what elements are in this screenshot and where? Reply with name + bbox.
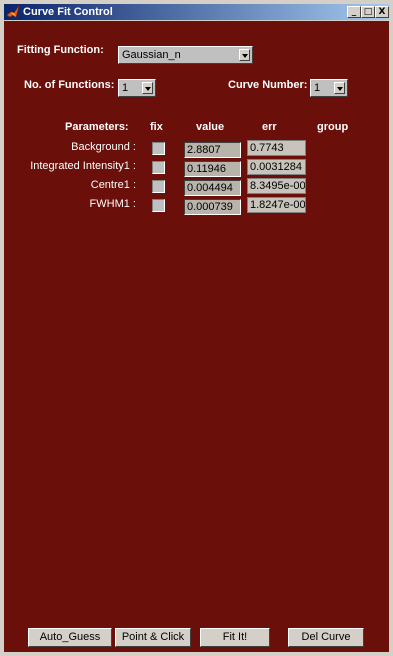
num-functions-select[interactable]: 1	[118, 79, 156, 97]
num-functions-label: No. of Functions:	[24, 79, 115, 91]
control-panel: Fitting Function: Gaussian_n No. of Func…	[4, 21, 389, 652]
group-header: group	[317, 121, 349, 133]
err-header: err	[262, 121, 277, 133]
param-label-centre: Centre1 :	[90, 179, 136, 191]
value-field-integrated-intensity[interactable]: 0.11946	[184, 161, 241, 177]
maximize-button[interactable]: □	[361, 6, 375, 18]
curve-number-label: Curve Number:	[228, 79, 308, 91]
del-curve-button[interactable]: Del Curve	[288, 628, 364, 647]
fix-checkbox-centre[interactable]	[152, 180, 165, 193]
fitting-function-select[interactable]: Gaussian_n	[118, 46, 253, 64]
fix-checkbox-fwhm[interactable]	[152, 199, 165, 212]
param-label-integrated-intensity: Integrated Intensity1 :	[30, 160, 136, 172]
matlab-logo-icon	[6, 5, 20, 18]
fitting-function-label: Fitting Function:	[17, 44, 104, 56]
chevron-down-icon[interactable]	[239, 49, 250, 61]
close-button[interactable]: X	[375, 6, 389, 18]
fix-checkbox-integrated-intensity[interactable]	[152, 161, 165, 174]
param-label-background: Background :	[71, 141, 136, 153]
err-field-fwhm: 1.8247e-00	[247, 197, 306, 213]
fix-header: fix	[150, 121, 163, 133]
title-bar[interactable]: Curve Fit Control _ □ X	[4, 4, 389, 20]
curve-number-select[interactable]: 1	[310, 79, 348, 97]
chevron-down-icon[interactable]	[334, 82, 345, 94]
auto-guess-button[interactable]: Auto_Guess	[28, 628, 112, 647]
value-header: value	[196, 121, 225, 133]
param-label-fwhm: FWHM1 :	[89, 198, 136, 210]
fix-checkbox-background[interactable]	[152, 142, 165, 155]
window-title: Curve Fit Control	[23, 6, 113, 18]
err-field-centre: 8.3495e-00	[247, 178, 306, 194]
value-field-background[interactable]: 2.8807	[184, 142, 241, 158]
value-field-fwhm[interactable]: 0.000739	[184, 199, 241, 215]
fit-button[interactable]: Fit It!	[200, 628, 270, 647]
point-click-button[interactable]: Point & Click	[115, 628, 191, 647]
fitting-function-value: Gaussian_n	[122, 49, 181, 61]
chevron-down-icon[interactable]	[142, 82, 153, 94]
value-field-centre[interactable]: 0.004494	[184, 180, 241, 196]
curve-fit-window: Curve Fit Control _ □ X Fitting Function…	[0, 0, 393, 656]
parameters-header: Parameters:	[65, 121, 129, 133]
curve-number-value: 1	[314, 82, 321, 94]
err-field-background: 0.7743	[247, 140, 306, 156]
err-field-integrated-intensity: 0.0031284	[247, 159, 306, 175]
minimize-button[interactable]: _	[347, 6, 361, 18]
num-functions-value: 1	[122, 82, 129, 94]
